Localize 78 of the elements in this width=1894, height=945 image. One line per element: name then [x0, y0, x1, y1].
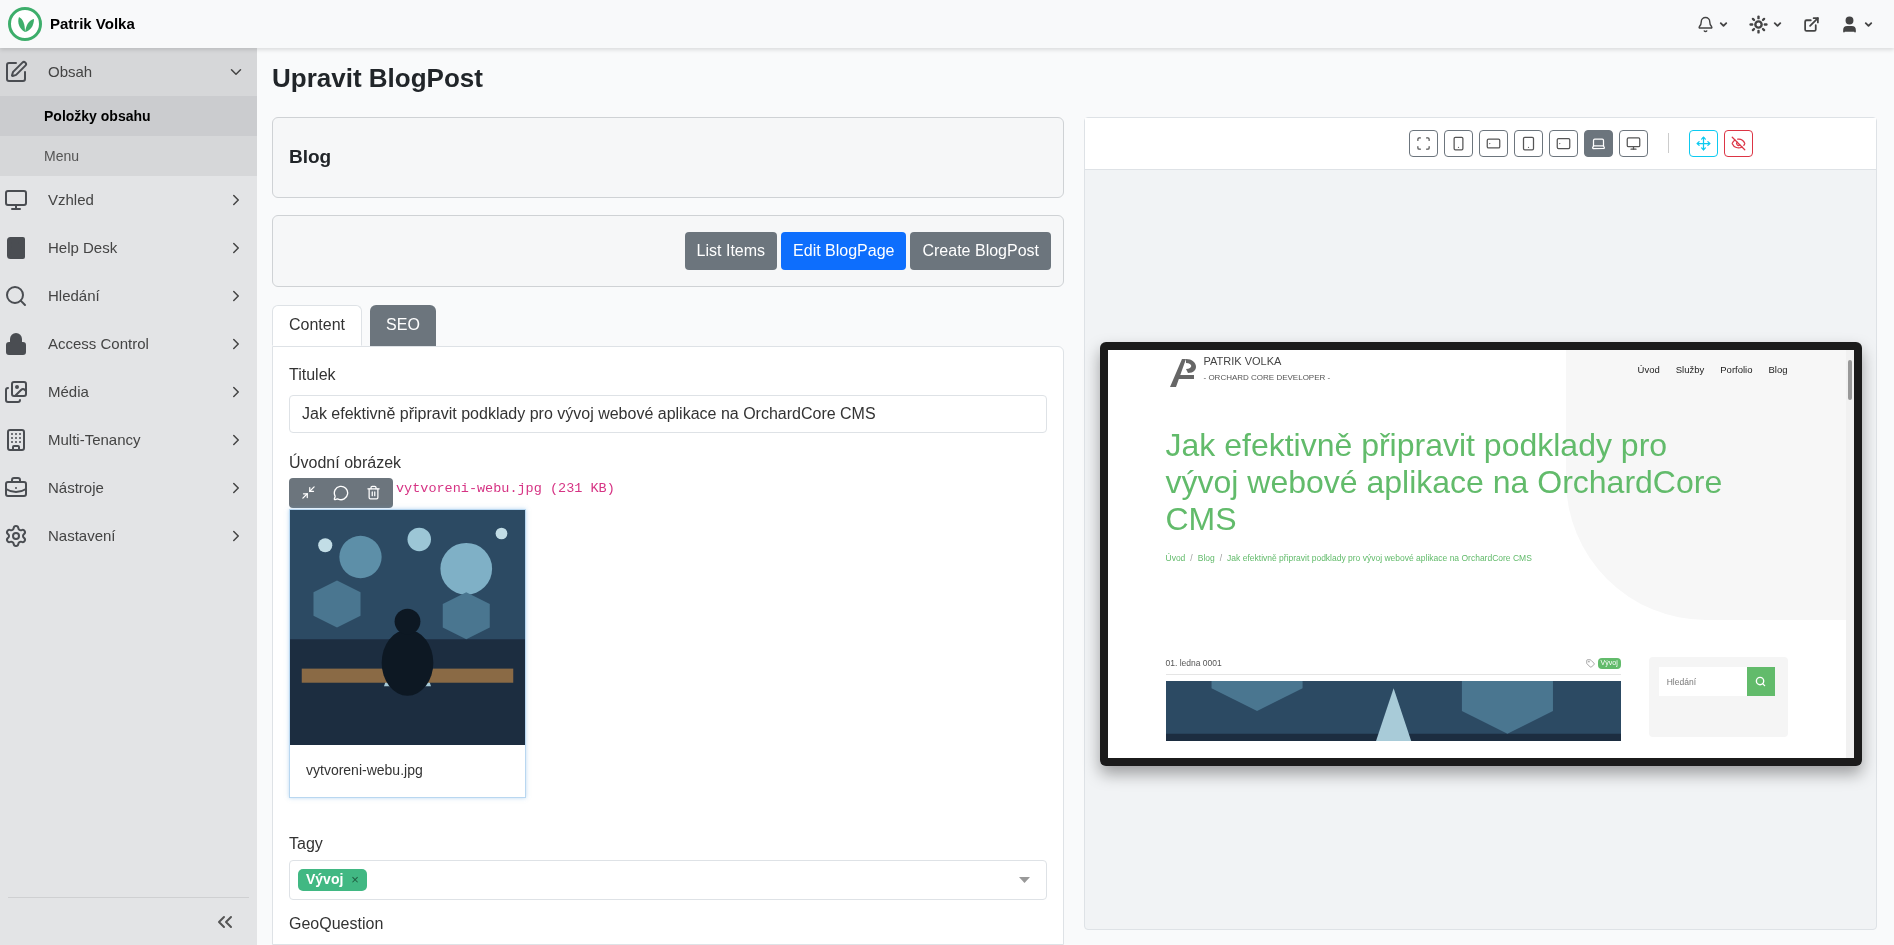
sidebar-item[interactable]: Média: [0, 368, 257, 416]
action-button[interactable]: List Items: [684, 231, 778, 270]
device-button[interactable]: [1513, 129, 1543, 157]
hide-button[interactable]: [1723, 129, 1753, 157]
device-button[interactable]: [1478, 129, 1508, 157]
desktop-icon: [1625, 135, 1641, 151]
phone-icon: [1450, 135, 1466, 151]
site-nav-link[interactable]: Porfolio: [1720, 363, 1753, 378]
laptop-icon: [1590, 135, 1606, 151]
move-arrows-icon: [1695, 135, 1711, 151]
file-info: vytvoreni-webu.jpg (231 KB): [396, 479, 615, 498]
field-label: Úvodní obrázek: [289, 452, 403, 473]
device-button[interactable]: [1443, 129, 1473, 157]
search-icon: [1755, 676, 1767, 687]
speech-bubble-icon[interactable]: [333, 484, 349, 501]
site-nav-link[interactable]: Blog: [1768, 363, 1788, 378]
tablet-icon: [1520, 135, 1536, 151]
open-site-button[interactable]: [1803, 15, 1820, 33]
site-nav-link[interactable]: Služby: [1675, 363, 1705, 378]
image-caption: vytvoreni-webu.jpg: [305, 761, 424, 780]
tab[interactable]: SEO: [370, 304, 436, 346]
external-link-icon: [1803, 15, 1820, 33]
phone-landscape-icon: [1485, 135, 1501, 151]
device-button[interactable]: [1618, 129, 1648, 157]
field-label: Titulek: [289, 364, 337, 385]
field-label: Tagy: [289, 833, 324, 854]
device-button[interactable]: [1548, 129, 1578, 157]
device-button[interactable]: [1408, 129, 1438, 157]
breadcrumb-separator: /: [1190, 552, 1193, 565]
bell-icon: [1697, 15, 1714, 33]
device-button[interactable]: [1583, 129, 1613, 157]
brand-name[interactable]: Patrik Volka: [50, 12, 135, 36]
fullscreen-icon: [1415, 135, 1431, 151]
edit-icon: [4, 60, 28, 84]
sidebar-item[interactable]: Nástroje: [0, 464, 257, 512]
sidebar-subitem[interactable]: Menu: [0, 136, 257, 176]
sidebar-item[interactable]: Vzhled: [0, 176, 257, 224]
field-label: GeoQuestion: [289, 913, 385, 934]
site-search-field[interactable]: Hledání: [1658, 667, 1747, 696]
lock-icon: [4, 332, 28, 356]
card-title: Blog: [289, 144, 332, 169]
post-date: 01. ledna 0001: [1165, 657, 1222, 670]
monitor-icon: [4, 188, 28, 212]
site-logo-tagline: - ORCHARD CORE DEVELOPER -: [1203, 372, 1331, 384]
images-icon: [4, 380, 28, 404]
action-button[interactable]: Edit BlogPage: [781, 231, 907, 270]
sidebar-item[interactable]: Access Control: [0, 320, 257, 368]
site-heading: Jak efektivně připravit podklady pro vývoj webové aplikace na OrchardCore CMS: [1165, 427, 1724, 539]
action-button[interactable]: Create BlogPost: [910, 231, 1051, 270]
user-icon: [1840, 14, 1859, 34]
theme-menu[interactable]: [1749, 14, 1783, 34]
gear-icon: [4, 524, 28, 548]
sidebar-subitem[interactable]: Položky obsahu: [0, 96, 257, 136]
notifications-menu[interactable]: [1697, 15, 1729, 33]
breadcrumb-separator: /: [1219, 552, 1223, 565]
user-menu[interactable]: [1840, 14, 1874, 34]
shrink-arrows-icon[interactable]: [301, 485, 317, 500]
sidebar-item[interactable]: Multi-Tenancy: [0, 416, 257, 464]
tag-icon: [1585, 658, 1595, 668]
title-input[interactable]: Jak efektivně připravit podklady pro vývoj webové aplikace na OrchardCore CMS: [289, 394, 1047, 433]
sun-icon: [1749, 14, 1768, 34]
tag-label: Vývoj: [306, 870, 344, 889]
page-title: Upravit BlogPost: [272, 62, 484, 95]
tablet-landscape-icon: [1555, 135, 1571, 151]
leaf-logo-icon: [8, 7, 42, 41]
trash-icon[interactable]: [365, 485, 381, 500]
sidebar-item[interactable]: Obsah: [0, 48, 257, 96]
tab[interactable]: Content: [272, 304, 363, 346]
toolbox-icon: [4, 476, 28, 500]
site-nav-link[interactable]: Úvod: [1637, 363, 1660, 378]
eye-off-icon: [1730, 135, 1746, 151]
sidebar-item[interactable]: Hledání: [0, 272, 257, 320]
site-logo-name: PATRIK VOLKA: [1203, 355, 1283, 369]
sidebar-item[interactable]: Nastavení: [0, 512, 257, 560]
sidebar-item[interactable]: Help Desk: [0, 224, 257, 272]
building-icon: [4, 428, 28, 452]
dropdown-caret-icon: [1019, 876, 1030, 883]
search-icon: [4, 284, 28, 308]
